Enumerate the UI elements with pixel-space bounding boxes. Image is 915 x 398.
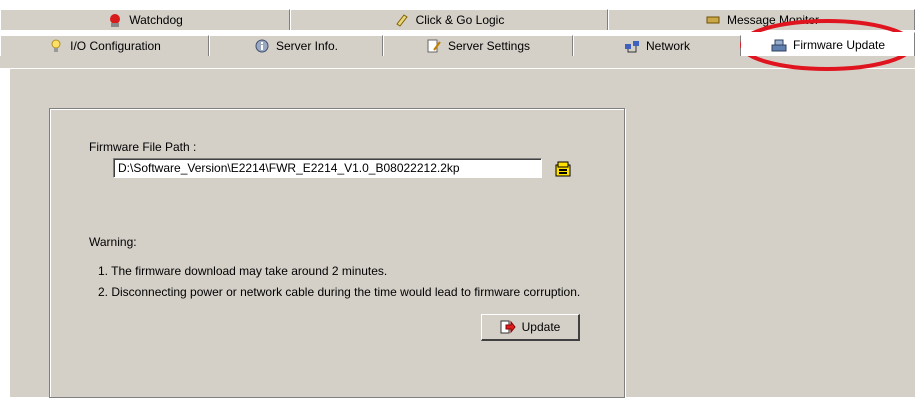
watchdog-icon xyxy=(110,14,121,27)
update-arrow-icon xyxy=(500,320,516,334)
tab-click-go-logic-label: Click & Go Logic xyxy=(415,13,505,27)
panel-top-strip xyxy=(0,56,915,68)
tab-firmware-update-label: Firmware Update xyxy=(792,37,886,52)
update-button[interactable]: Update xyxy=(481,314,580,341)
settings-icon xyxy=(427,39,441,53)
update-button-label: Update xyxy=(521,320,561,334)
warning-title: Warning: xyxy=(89,235,137,249)
logic-icon xyxy=(395,14,408,27)
warning-line-2: 2. Disconnecting power or network cable … xyxy=(98,285,581,299)
tab-watchdog-label: Watchdog xyxy=(129,13,183,27)
info-icon xyxy=(255,39,269,53)
tab-server-settings-label: Server Settings xyxy=(447,39,531,53)
tab-firmware-update[interactable]: Firmware Update xyxy=(741,32,915,56)
tab-watchdog[interactable]: Watchdog xyxy=(0,9,290,30)
tab-row-top: Watchdog Click & Go Logic Message Monito… xyxy=(0,9,915,30)
message-monitor-icon xyxy=(706,16,720,24)
tab-io-configuration[interactable]: I/O Configuration xyxy=(0,35,209,56)
tab-message-monitor[interactable]: Message Monitor xyxy=(608,9,915,30)
lightbulb-icon xyxy=(51,39,61,52)
tab-server-settings[interactable]: Server Settings xyxy=(383,35,573,56)
tab-row-bottom: I/O Configuration Server Info. Server Se… xyxy=(0,32,915,56)
network-icon xyxy=(624,41,639,53)
warning-line-1: 1. The firmware download may take around… xyxy=(98,264,388,278)
firmware-path-input[interactable]: D:\Software_Version\E2214\FWR_E2214_V1.0… xyxy=(113,158,542,178)
tab-server-info-label: Server Info. xyxy=(275,39,339,53)
tab-server-info[interactable]: Server Info. xyxy=(209,35,383,56)
tab-io-configuration-label: I/O Configuration xyxy=(70,39,161,53)
tab-message-monitor-label: Message Monitor xyxy=(727,13,820,27)
tab-network[interactable]: Network xyxy=(573,35,741,56)
firmware-path-label: Firmware File Path : xyxy=(89,140,197,154)
tab-click-go-logic[interactable]: Click & Go Logic xyxy=(290,9,608,30)
tab-network-label: Network xyxy=(645,39,690,53)
folder-browse-icon[interactable] xyxy=(555,161,571,177)
firmware-icon xyxy=(771,39,787,51)
